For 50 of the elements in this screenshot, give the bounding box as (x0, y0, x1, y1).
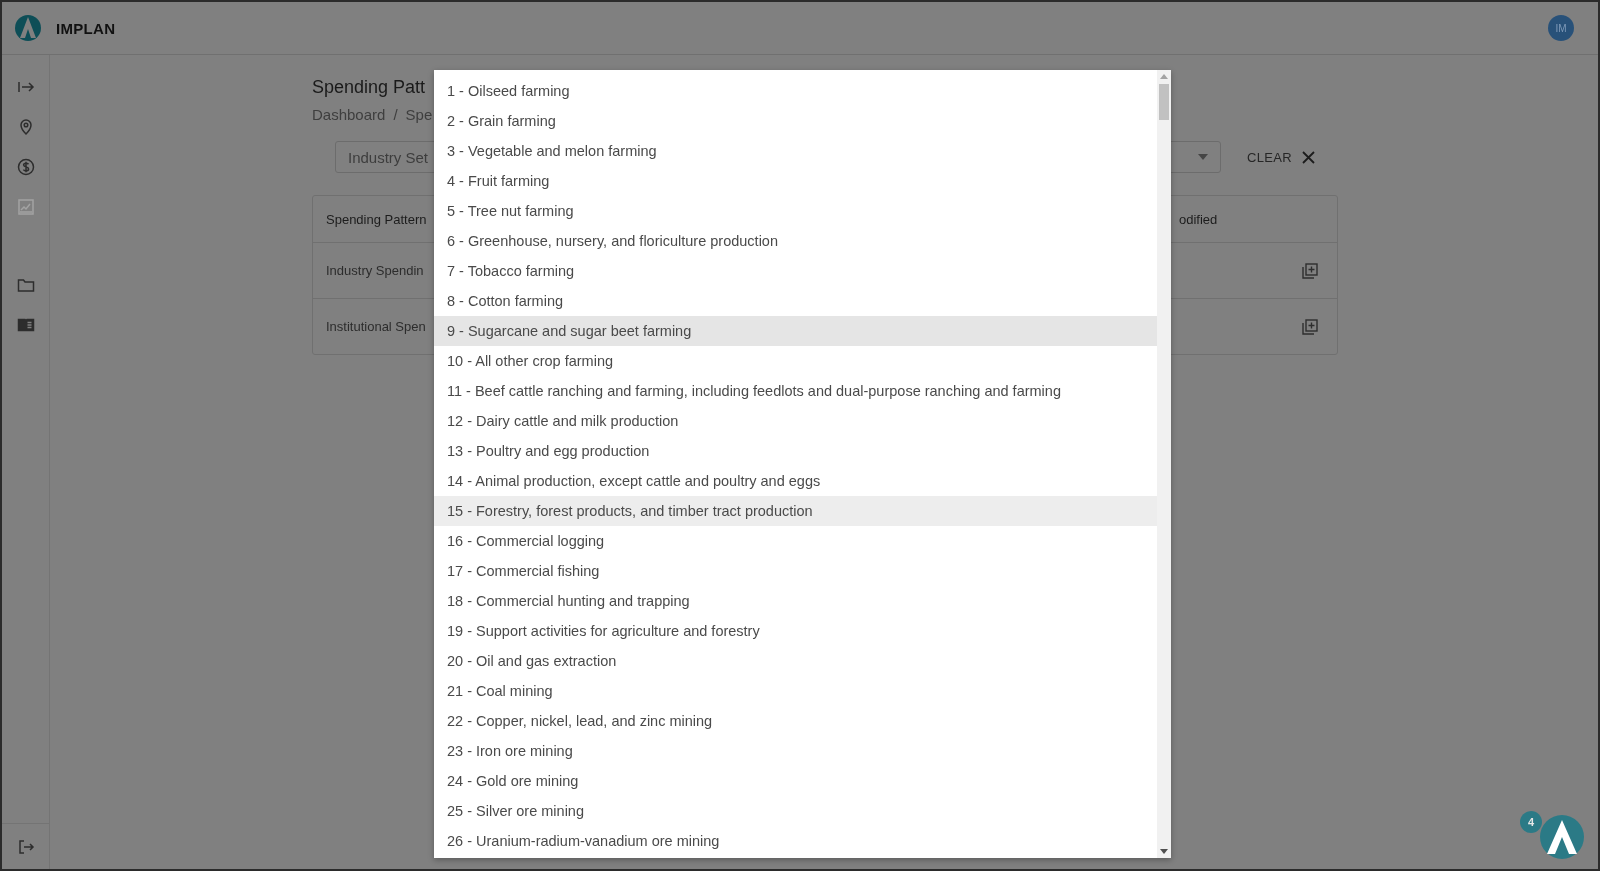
dropdown-option[interactable]: 1 - Oilseed farming (434, 76, 1157, 106)
dropdown-option[interactable]: 21 - Coal mining (434, 676, 1157, 706)
dropdown-option[interactable]: 5 - Tree nut farming (434, 196, 1157, 226)
dropdown-option[interactable]: 10 - All other crop farming (434, 346, 1157, 376)
dropdown-option[interactable]: 19 - Support activities for agriculture and forestry (434, 616, 1157, 646)
column-header: Spending Pattern (326, 211, 427, 227)
caret-icon (1198, 154, 1208, 160)
add-copy-icon[interactable] (1301, 317, 1319, 336)
scrollbar-thumb[interactable] (1159, 84, 1169, 120)
dropdown-option[interactable]: 16 - Commercial logging (434, 526, 1157, 556)
dropdown-option[interactable]: 7 - Tobacco farming (434, 256, 1157, 286)
column-header: odified (1179, 211, 1218, 227)
dropdown-option[interactable]: 26 - Uranium-radium-vanadium ore mining (434, 826, 1157, 856)
breadcrumb-separator: / (393, 106, 398, 123)
book-icon[interactable] (16, 316, 35, 334)
dropdown-option[interactable]: 20 - Oil and gas extraction (434, 646, 1157, 676)
dropdown-option[interactable]: 14 - Animal production, except cattle and poultry and eggs (434, 466, 1157, 496)
dropdown-option[interactable]: 24 - Gold ore mining (434, 766, 1157, 796)
dropdown-option[interactable]: 22 - Copper, nickel, lead, and zinc mining (434, 706, 1157, 736)
dropdown-option[interactable]: 8 - Cotton farming (434, 286, 1157, 316)
app-name: IMPLAN (56, 19, 116, 37)
logout-icon[interactable] (16, 838, 35, 856)
folder-icon[interactable] (16, 276, 35, 294)
logo-icon (14, 14, 42, 42)
dropdown-option[interactable]: 13 - Poultry and egg production (434, 436, 1157, 466)
dropdown-option[interactable]: 6 - Greenhouse, nursery, and floriculture production (434, 226, 1157, 256)
scroll-up-icon[interactable] (1160, 74, 1168, 79)
notification-badge: 4 (1520, 811, 1542, 833)
clear-button[interactable]: CLEAR (1243, 145, 1319, 169)
dropdown-option[interactable]: 9 - Sugarcane and sugar beet farming (434, 316, 1157, 346)
page-title: Spending Patt (312, 77, 426, 98)
dropdown-option[interactable]: 15 - Forestry, forest products, and timber tract production (434, 496, 1157, 526)
table-cell: Industry Spendin (326, 263, 424, 278)
dropdown-option[interactable]: 18 - Commercial hunting and trapping (434, 586, 1157, 616)
dropdown-option[interactable]: 11 - Beef cattle ranching and farming, including feedlots and dual-purpose ranching and farming (434, 376, 1157, 406)
breadcrumb-item: Spe (405, 106, 433, 123)
dropdown-option[interactable]: 12 - Dairy cattle and milk production (434, 406, 1157, 436)
dropdown-option[interactable]: 25 - Silver ore mining (434, 796, 1157, 826)
scroll-down-icon[interactable] (1160, 849, 1168, 854)
dropdown-option[interactable]: 23 - Iron ore mining (434, 736, 1157, 766)
dropdown-option[interactable]: 3 - Vegetable and melon farming (434, 136, 1157, 166)
assistant-button[interactable] (1540, 815, 1584, 859)
dropdown-option[interactable]: 4 - Fruit farming (434, 166, 1157, 196)
close-icon (1301, 150, 1315, 164)
scrollbar[interactable] (1157, 70, 1171, 858)
table-cell: Institutional Spen (326, 319, 426, 334)
dropdown-option[interactable]: 17 - Commercial fishing (434, 556, 1157, 586)
add-copy-icon[interactable] (1301, 261, 1319, 280)
dollar-icon[interactable] (16, 158, 35, 176)
dropdown-option[interactable]: 2 - Grain farming (434, 106, 1157, 136)
